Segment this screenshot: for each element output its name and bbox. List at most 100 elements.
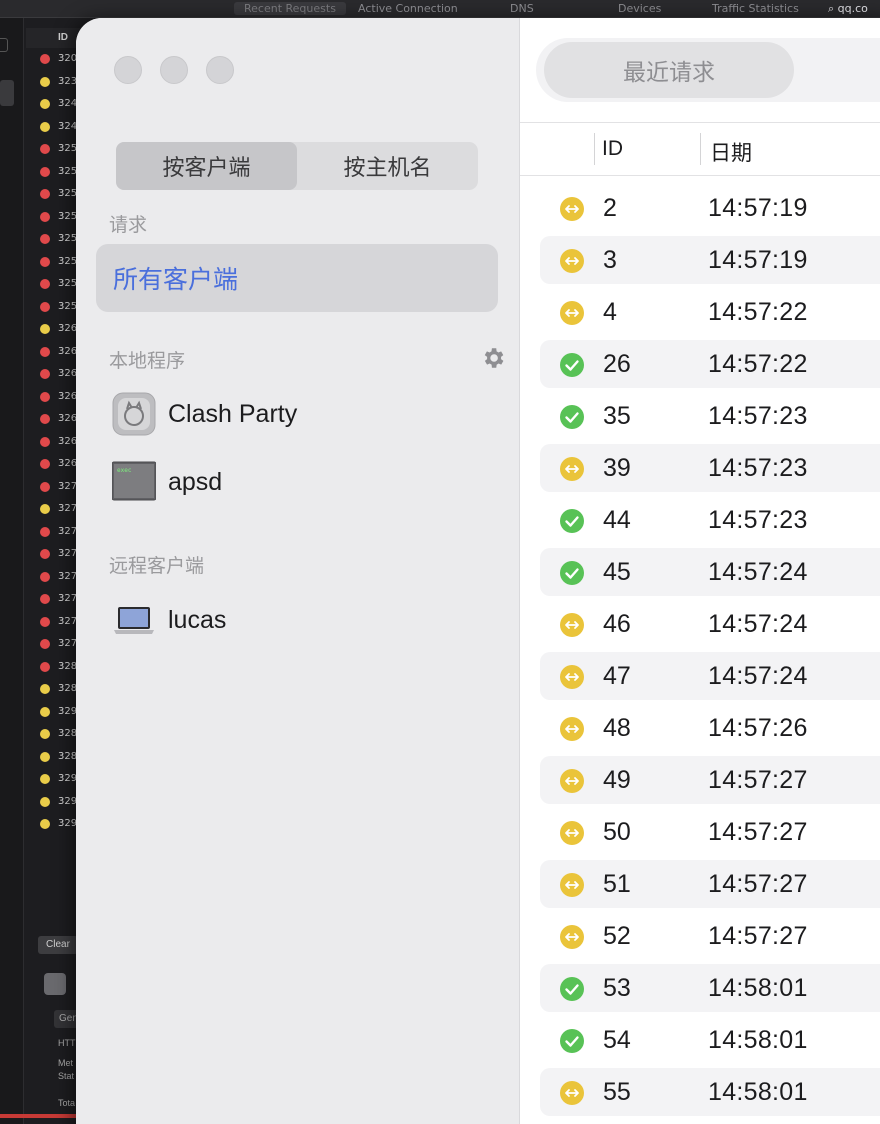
table-row[interactable]: 46 14:57:24: [540, 600, 880, 648]
column-header-id[interactable]: ID: [602, 137, 623, 161]
bg-status-dot-icon: [40, 54, 50, 64]
row-id: 46: [603, 610, 631, 638]
row-date: 14:57:27: [708, 922, 808, 950]
bg-row-id: 327: [58, 570, 78, 582]
column-divider[interactable]: [594, 133, 595, 165]
row-id: 26: [603, 350, 631, 378]
bg-row-id: 325: [58, 300, 78, 312]
gear-icon[interactable]: [480, 345, 506, 371]
table-row[interactable]: 2 14:57:19: [540, 184, 880, 232]
row-id: 48: [603, 714, 631, 742]
table-row[interactable]: 45 14:57:24: [540, 548, 880, 596]
row-date: 14:58:01: [708, 1078, 808, 1106]
bg-tab-dns[interactable]: DNS: [510, 2, 534, 15]
recent-requests-button[interactable]: 最近请求: [544, 42, 794, 98]
segment-by-client[interactable]: 按客户端: [116, 142, 297, 190]
bg-row-id: 325: [58, 233, 78, 244]
row-date: 14:57:19: [708, 246, 808, 274]
column-divider[interactable]: [700, 133, 701, 165]
bg-red-indicator: [0, 1114, 80, 1118]
table-row[interactable]: 4 14:57:22: [540, 288, 880, 336]
remote-client-name: lucas: [168, 605, 227, 634]
bg-status-dot-icon: [40, 436, 50, 447]
bg-status-dot-icon: [40, 391, 50, 402]
requests-section-title: 请求: [109, 215, 148, 236]
bg-row-id: 326: [58, 413, 78, 424]
laptop-icon: [114, 607, 154, 634]
bg-status-dot-icon: [40, 571, 50, 582]
all-clients-item[interactable]: 所有客户端: [96, 244, 498, 312]
background-tab-bar: Recent Requests Active Connection DNS De…: [0, 0, 880, 18]
bg-tab-traffic-statistics[interactable]: Traffic Statistics: [712, 2, 799, 15]
close-window-button[interactable]: [114, 56, 142, 84]
zoom-window-button[interactable]: [206, 56, 234, 84]
table-row[interactable]: 48 14:57:26: [540, 704, 880, 752]
success-check-icon: [560, 1029, 584, 1053]
minimize-window-button[interactable]: [160, 56, 188, 84]
pending-arrows-icon: [560, 821, 584, 845]
row-date: 14:57:27: [708, 818, 808, 846]
bg-row-id: 328: [58, 750, 78, 762]
row-id: 39: [603, 454, 631, 482]
bg-status-dot-icon: [40, 99, 50, 109]
table-row[interactable]: 54 14:58:01: [540, 1016, 880, 1064]
bg-clear-button[interactable]: Clear: [38, 936, 78, 954]
segment-by-hostname[interactable]: 按主机名: [297, 142, 478, 190]
local-app-clash-party[interactable]: Clash Party: [112, 392, 297, 436]
table-row[interactable]: 35 14:57:23: [540, 392, 880, 440]
svg-text:exec: exec: [117, 467, 132, 474]
bg-status-dot-icon: [40, 144, 50, 154]
bg-row-id: 326: [58, 435, 78, 447]
table-row[interactable]: 50 14:57:27: [540, 808, 880, 856]
bg-row-id: 328: [58, 728, 78, 739]
table-row[interactable]: 53 14:58:01: [540, 964, 880, 1012]
remote-client-lucas[interactable]: lucas: [112, 598, 226, 642]
bg-checkbox[interactable]: [44, 973, 66, 995]
table-row[interactable]: 26 14:57:22: [540, 340, 880, 388]
terminal-icon: exec: [112, 461, 156, 501]
bg-row-id: 326: [58, 345, 78, 357]
bg-row-id: 324: [58, 98, 78, 109]
local-app-apsd[interactable]: exec apsd: [112, 460, 222, 504]
bg-row-id: 329: [58, 773, 78, 784]
bg-row-id: 325: [58, 188, 78, 199]
clash-party-icon: [112, 392, 156, 436]
table-row[interactable]: 55 14:58:01: [540, 1068, 880, 1116]
bg-status-dot-icon: [40, 346, 50, 357]
row-id: 52: [603, 922, 631, 950]
bg-tab-active-connection[interactable]: Active Connection: [358, 2, 458, 15]
pending-arrows-icon: [560, 717, 584, 741]
local-app-name: apsd: [168, 467, 223, 496]
bg-toggle[interactable]: [0, 38, 8, 52]
table-row[interactable]: 52 14:57:27: [540, 912, 880, 960]
table-row[interactable]: 3 14:57:19: [540, 236, 880, 284]
table-row[interactable]: 51 14:57:27: [540, 860, 880, 908]
bg-status-dot-icon: [40, 121, 50, 132]
bg-status-dot-icon: [40, 706, 50, 717]
bg-row-id: 329: [58, 818, 78, 829]
bg-selected-item[interactable]: [0, 80, 14, 106]
table-row[interactable]: 44 14:57:23: [540, 496, 880, 544]
bg-row-id: 326: [58, 323, 78, 334]
table-row[interactable]: 39 14:57:23: [540, 444, 880, 492]
row-date: 14:57:23: [708, 454, 808, 482]
bg-row-id: 323: [58, 75, 78, 87]
bg-row-id: 320: [58, 53, 78, 64]
table-row[interactable]: 49 14:57:27: [540, 756, 880, 804]
bg-tab-devices[interactable]: Devices: [618, 2, 661, 15]
row-date: 14:58:01: [708, 974, 808, 1002]
column-header-date[interactable]: 日期: [710, 137, 752, 167]
bg-status-dot-icon: [40, 256, 50, 267]
bg-row-id: 325: [58, 255, 78, 267]
bg-status-dot-icon: [40, 549, 50, 559]
bg-row-id: 328: [58, 683, 78, 694]
table-row[interactable]: 47 14:57:24: [540, 652, 880, 700]
row-date: 14:57:26: [708, 714, 808, 742]
row-id: 44: [603, 506, 631, 534]
bg-search-field[interactable]: ⌕ qq.co: [828, 2, 868, 16]
group-by-segmented-control: 按客户端 按主机名: [116, 142, 478, 190]
bg-status-dot-icon: [40, 594, 50, 604]
bg-status-dot-icon: [40, 616, 50, 627]
bg-tab-recent-requests[interactable]: Recent Requests: [234, 2, 346, 15]
bg-status-dot-icon: [40, 504, 50, 514]
